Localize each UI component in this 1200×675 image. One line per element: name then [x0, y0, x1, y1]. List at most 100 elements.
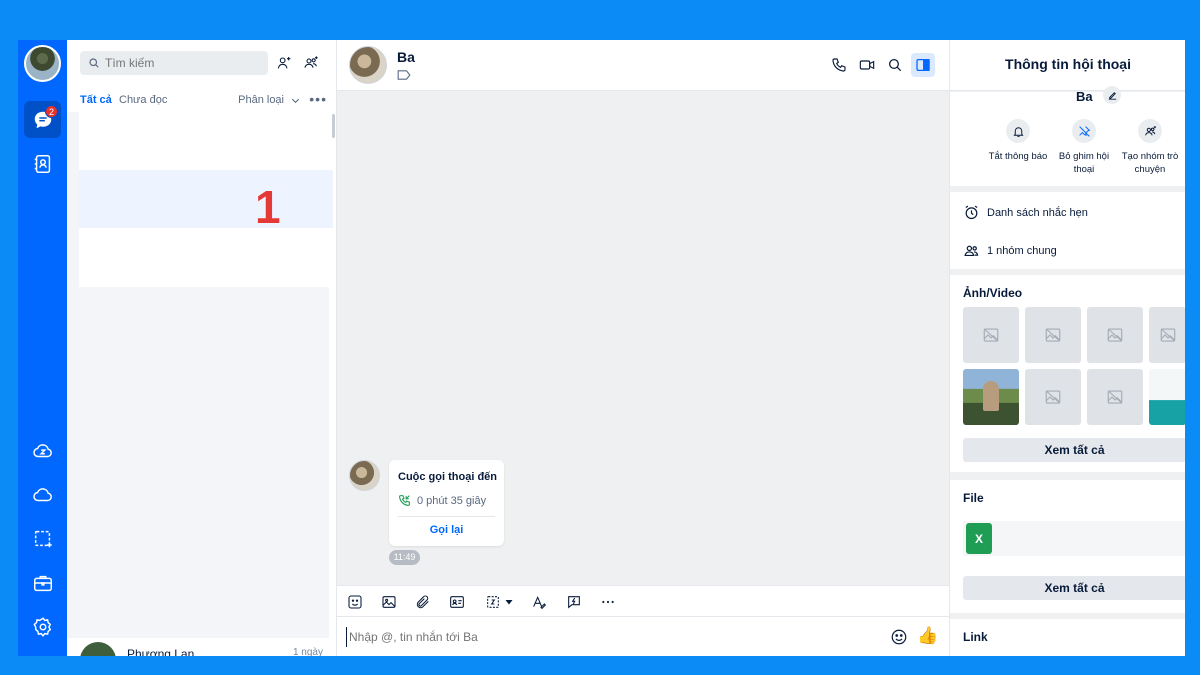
conversation-name: Phượng Lan: [127, 647, 195, 656]
tab-all[interactable]: Tất cả: [80, 94, 112, 106]
contacts-nav-button[interactable]: [24, 145, 61, 182]
toggle-info-panel-button[interactable]: [911, 53, 935, 77]
more-options-icon[interactable]: •••: [309, 91, 327, 107]
file-see-all-button[interactable]: Xem tất cả: [963, 576, 1185, 600]
screenshot-nav-button[interactable]: [24, 520, 61, 557]
image-placeholder-icon: [1107, 328, 1123, 342]
list-scrollbar[interactable]: [332, 114, 335, 138]
caret-down-icon: [505, 600, 513, 605]
add-group-icon-wrap: [1138, 119, 1162, 143]
thumbs-up-icon[interactable]: 👍: [917, 626, 938, 646]
file-title[interactable]: File: [963, 491, 984, 505]
quick-message-button[interactable]: [565, 593, 583, 611]
reminders-groups-section: Danh sách nhắc hẹn 1 nhóm chung: [950, 192, 1185, 269]
create-group-button[interactable]: [301, 53, 321, 73]
excel-file-icon: X: [966, 523, 992, 554]
voice-call-button[interactable]: [827, 53, 851, 77]
classify-dropdown[interactable]: Phân loại: [238, 94, 301, 106]
contact-card-button[interactable]: [448, 593, 466, 611]
zalo-window: 2 Tất cả: [18, 40, 1185, 656]
profile-section: Ba Tắt thông báo Bỏ ghim hội thoại Tạo n…: [950, 86, 1185, 186]
settings-icon: [32, 616, 51, 637]
file-item[interactable]: X: [963, 521, 1185, 556]
image-placeholder-icon: [1160, 328, 1175, 342]
mute-notifications-button[interactable]: Tắt thông báo: [984, 119, 1052, 163]
zcloud-nav-button[interactable]: [24, 432, 61, 469]
add-group-icon: [304, 56, 318, 68]
reminders-list-item[interactable]: Danh sách nhắc hẹn: [963, 204, 1088, 221]
media-photo-thumbnail[interactable]: [963, 369, 1019, 425]
toolbox-nav-button[interactable]: [24, 564, 61, 601]
reminders-label: Danh sách nhắc hẹn: [987, 206, 1088, 219]
media-document-thumbnail[interactable]: [1149, 369, 1185, 425]
more-tools-button[interactable]: [599, 593, 617, 611]
media-section: Ảnh/Video Xem tất cả: [950, 275, 1185, 472]
sender-avatar[interactable]: [349, 460, 380, 491]
media-thumbnail[interactable]: [1149, 307, 1185, 363]
add-friend-button[interactable]: [274, 53, 294, 73]
paperclip-icon: [416, 595, 429, 609]
search-box[interactable]: [80, 51, 268, 75]
search-input[interactable]: [105, 56, 255, 70]
group-icon: [964, 245, 979, 257]
tag-icon[interactable]: [397, 70, 411, 80]
common-groups-item[interactable]: 1 nhóm chung: [963, 242, 1057, 259]
media-thumbnail[interactable]: [1087, 369, 1143, 425]
search-icon: [89, 58, 99, 68]
media-thumbnail[interactable]: [963, 307, 1019, 363]
info-header: Thông tin hội thoại: [950, 40, 1185, 91]
message-input[interactable]: [346, 627, 866, 647]
unread-badge: 2: [45, 105, 58, 118]
list-item[interactable]: Phượng Lan 1 ngày: [67, 638, 335, 656]
messages-nav-button[interactable]: 2: [24, 101, 61, 138]
media-see-all-button[interactable]: Xem tất cả: [963, 438, 1185, 462]
screenshot-button[interactable]: [484, 593, 502, 611]
sticker-button[interactable]: [346, 593, 364, 611]
bell-icon: [1012, 126, 1024, 137]
image-button[interactable]: [380, 593, 398, 611]
contact-name[interactable]: Ba: [397, 49, 415, 65]
text-format-button[interactable]: [530, 593, 548, 611]
media-title[interactable]: Ảnh/Video: [963, 286, 1022, 300]
image-placeholder-icon: [1045, 390, 1061, 404]
selected-conversation-row[interactable]: [79, 170, 333, 228]
link-title[interactable]: Link: [963, 630, 988, 644]
phone-icon: [832, 58, 846, 72]
search-messages-button[interactable]: [883, 53, 907, 77]
contact-card-icon: [450, 596, 464, 608]
link-section: Link: [950, 619, 1185, 656]
create-group-chat-button[interactable]: Tạo nhóm trò chuyện: [1116, 119, 1184, 176]
media-thumbnail[interactable]: [1025, 307, 1081, 363]
video-icon: [859, 60, 875, 70]
call-duration: 0 phút 35 giây: [398, 494, 486, 507]
media-thumbnail[interactable]: [1025, 369, 1081, 425]
conversation-list: [67, 112, 333, 656]
unpin-conversation-button[interactable]: Bỏ ghim hội thoại: [1050, 119, 1118, 176]
edit-nickname-button[interactable]: [1103, 86, 1121, 104]
conversation-filters: Tất cả Chưa đọc Phân loại •••: [80, 91, 327, 110]
bell-icon-wrap: [1006, 119, 1030, 143]
media-thumbnail[interactable]: [1087, 307, 1143, 363]
incoming-call-message: Cuộc gọi thoại đến 0 phút 35 giây Gọi lạ…: [389, 460, 504, 546]
call-back-button[interactable]: Gọi lại: [389, 524, 504, 536]
image-icon: [382, 596, 396, 608]
file-section: File X Xem tất cả: [950, 480, 1185, 613]
toolbox-icon: [33, 575, 52, 591]
contact-avatar[interactable]: [349, 46, 387, 84]
text-format-icon: [533, 595, 547, 610]
emoji-icon[interactable]: [890, 628, 908, 646]
more-icon: [602, 600, 614, 604]
video-call-button[interactable]: [855, 53, 879, 77]
divider: [398, 516, 495, 517]
redacted-conversations: [79, 112, 333, 287]
nav-rail: 2: [18, 40, 67, 656]
screenshot-options-button[interactable]: [503, 593, 515, 611]
user-avatar[interactable]: [24, 45, 61, 82]
cloud-nav-button[interactable]: [24, 476, 61, 513]
unpin-icon: [1078, 125, 1090, 137]
add-group-icon: [1144, 125, 1156, 135]
attach-button[interactable]: [414, 593, 432, 611]
tab-unread[interactable]: Chưa đọc: [119, 94, 167, 106]
settings-nav-button[interactable]: [24, 608, 61, 645]
search-icon: [889, 59, 902, 72]
